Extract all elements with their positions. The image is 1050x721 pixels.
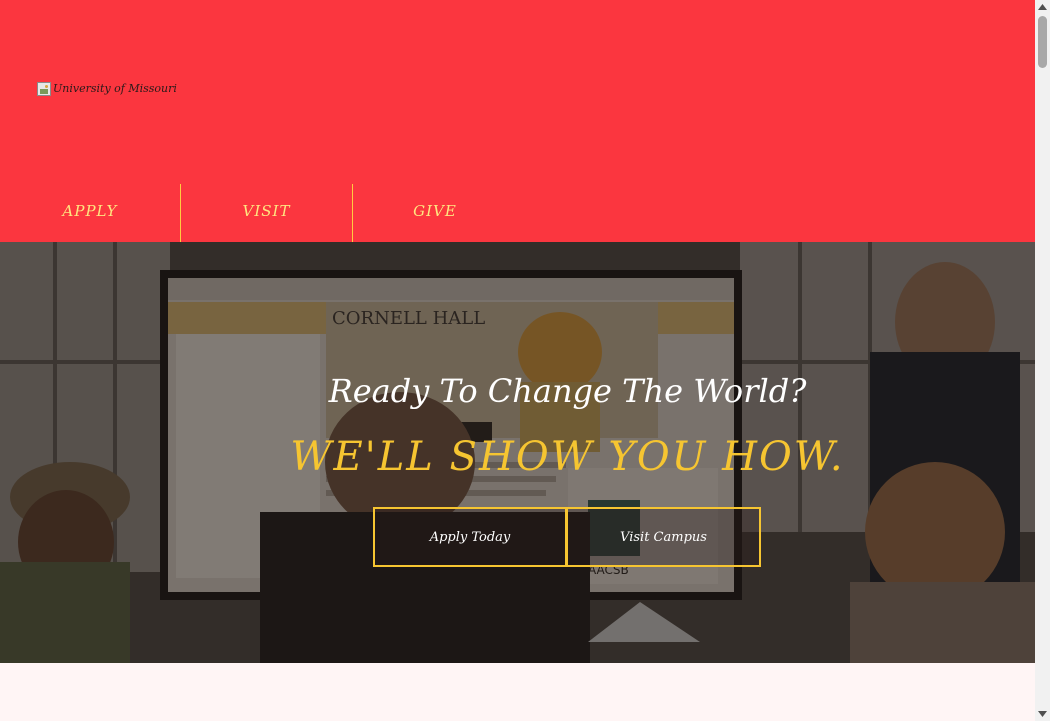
- visit-campus-label: Visit Campus: [620, 529, 707, 545]
- broken-image-icon: [37, 82, 51, 96]
- apply-today-button[interactable]: Apply Today: [373, 507, 567, 567]
- scroll-up-button[interactable]: [1035, 0, 1050, 14]
- nav-give-link[interactable]: GIVE: [353, 184, 517, 242]
- main-nav: APPLY VISIT GIVE: [0, 184, 517, 242]
- hero-content: Ready To Change The World? WE'LL SHOW YO…: [0, 242, 1035, 663]
- site-header: University of Missouri APPLY VISIT GIVE: [0, 0, 1035, 242]
- visit-campus-button[interactable]: Visit Campus: [566, 507, 761, 567]
- scroll-thumb[interactable]: [1038, 16, 1047, 68]
- nav-apply-link[interactable]: APPLY: [0, 184, 181, 242]
- university-logo-link[interactable]: University of Missouri: [37, 82, 177, 96]
- triangle-down-icon: [1038, 711, 1047, 717]
- hero-heading: Ready To Change The World?: [328, 372, 807, 410]
- scroll-down-button[interactable]: [1035, 707, 1050, 721]
- logo-alt-text: University of Missouri: [53, 82, 177, 95]
- nav-apply-label: APPLY: [62, 202, 118, 220]
- nav-visit-link[interactable]: VISIT: [181, 184, 353, 242]
- apply-today-label: Apply Today: [429, 529, 511, 545]
- hero-section: CORNELL HALL AACSB Ready To Change The W…: [0, 242, 1035, 663]
- nav-visit-label: VISIT: [242, 202, 291, 220]
- cta-group: Apply Today Visit Campus: [373, 507, 761, 567]
- hero-subheading: WE'LL SHOW YOU HOW.: [290, 434, 845, 480]
- page: University of Missouri APPLY VISIT GIVE: [0, 0, 1050, 721]
- nav-give-label: GIVE: [413, 202, 457, 220]
- vertical-scrollbar[interactable]: [1035, 0, 1050, 721]
- triangle-up-icon: [1038, 4, 1047, 10]
